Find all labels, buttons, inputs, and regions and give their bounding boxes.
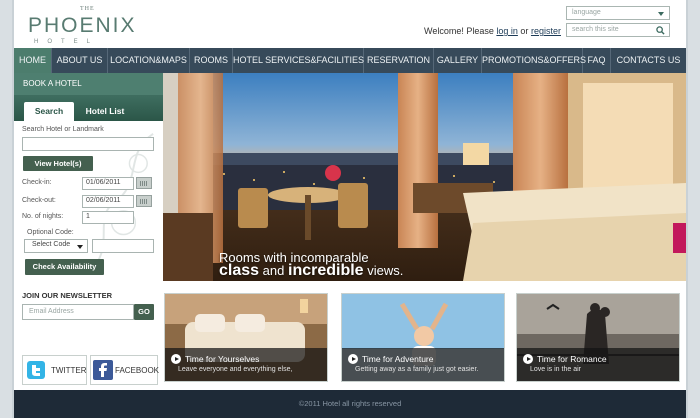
welcome-message: Welcome! Please log in or register (424, 26, 561, 36)
card-subtitle: Love is in the air (530, 366, 581, 373)
card-subtitle: Leave everyone and everything else, (178, 366, 293, 373)
code-select-value: Select Code (32, 241, 71, 248)
nav-home[interactable]: HOME (14, 48, 52, 73)
hotel-logo[interactable]: THE PHOENIX HOTEL (28, 6, 138, 46)
booking-title: BOOK A HOTEL (14, 73, 163, 95)
logo-the: THE (80, 6, 95, 12)
twitter-label: TWITTER (51, 366, 87, 375)
search-icon[interactable] (656, 26, 665, 35)
login-link[interactable]: log in (496, 26, 518, 36)
booking-panel: BOOK A HOTEL Search Hotel List Search Ho… (14, 73, 163, 281)
booking-tabs: Search Hotel List (14, 95, 163, 121)
nav-location-maps[interactable]: LOCATION&MAPS (108, 48, 190, 73)
newsletter-go-button[interactable]: GO (134, 304, 154, 320)
card-subtitle: Getting away as a family just got easier… (355, 366, 479, 373)
facebook-button[interactable]: FACEBOOK (90, 355, 160, 385)
nav-contacts-us[interactable]: CONTACTS US (611, 48, 686, 73)
nav-reservation[interactable]: RESERVATION (364, 48, 434, 73)
twitter-icon (27, 361, 45, 379)
promo-card-romance[interactable]: Time for Romance Love is in the air (516, 293, 680, 382)
code-input[interactable] (92, 239, 154, 253)
hero-caption-line2: class and incredible views. (219, 262, 404, 279)
nights-label: No. of nights: (22, 213, 64, 220)
promo-card-adventure[interactable]: Time for Adventure Getting away as a fam… (341, 293, 505, 382)
nights-input[interactable]: 1 (82, 211, 134, 224)
twitter-button[interactable]: TWITTER (22, 355, 87, 385)
code-select[interactable]: Select Code (24, 239, 88, 253)
main-nav: HOME ABOUT US LOCATION&MAPS ROOMS HOTEL … (14, 48, 686, 73)
newsletter-title: JOIN OUR NEWSLETTER (22, 291, 113, 300)
card-caption: Time for Romance Love is in the air (517, 348, 679, 381)
promo-card-yourselves[interactable]: Time for Yourselves Leave everyone and e… (164, 293, 328, 382)
check-availability-button[interactable]: Check Availability (25, 259, 104, 275)
register-link[interactable]: register (531, 26, 561, 36)
search-hotel-label: Search Hotel or Landmark (22, 126, 104, 133)
play-icon (171, 354, 181, 364)
welcome-text: Welcome! Please (424, 26, 494, 36)
hero-caption: Rooms with incomparable class and incred… (219, 251, 404, 279)
checkin-input[interactable]: 01/06/2011 (82, 177, 134, 190)
page-frame: THE PHOENIX HOTEL language search this s… (14, 0, 686, 418)
nav-faq[interactable]: FAQ (583, 48, 611, 73)
hero-caption-and: and (262, 263, 285, 278)
view-hotels-button[interactable]: View Hotel(s) (23, 156, 93, 171)
checkout-input[interactable]: 02/06/2011 (82, 195, 134, 208)
card-title: Time for Adventure (362, 354, 434, 364)
card-title: Time for Yourselves (185, 354, 260, 364)
checkout-label: Check-out: (22, 197, 56, 204)
or-text: or (520, 26, 529, 36)
chevron-down-icon (658, 12, 664, 16)
calendar-icon[interactable] (136, 177, 152, 189)
copyright-text: ©2011 Hotel all rights reserved (298, 399, 402, 408)
card-caption: Time for Yourselves Leave everyone and e… (165, 348, 327, 381)
facebook-icon (93, 360, 113, 380)
nav-gallery[interactable]: GALLERY (434, 48, 482, 73)
nav-promotions[interactable]: PROMOTIONS&OFFERS (482, 48, 586, 73)
play-icon (523, 354, 533, 364)
hero-caption-incredible: incredible (288, 262, 364, 279)
card-title: Time for Romance (537, 354, 607, 364)
calendar-icon[interactable] (136, 195, 152, 207)
optional-code-label: Optional Code: (27, 229, 74, 236)
language-select[interactable]: language (566, 6, 670, 20)
nav-rooms[interactable]: ROOMS (190, 48, 233, 73)
checkin-label: Check-in: (22, 179, 52, 186)
play-icon (348, 354, 358, 364)
site-search-input[interactable]: search this site (566, 23, 670, 37)
logo-sub: HOTEL (34, 39, 100, 45)
card-caption: Time for Adventure Getting away as a fam… (342, 348, 504, 381)
site-search-placeholder: search this site (572, 26, 619, 33)
hero-caption-views: views. (367, 263, 404, 278)
tab-hotel-list[interactable]: Hotel List (78, 102, 132, 121)
nav-about-us[interactable]: ABOUT US (52, 48, 108, 73)
nav-hotel-services[interactable]: HOTEL SERVICES&FACILITIES (233, 48, 364, 73)
logo-name: PHOENIX (28, 14, 137, 37)
hero-banner[interactable]: Rooms with incomparable class and incred… (163, 73, 686, 281)
language-select-label: language (572, 9, 601, 16)
email-input[interactable]: Email Address (22, 304, 134, 320)
tab-search[interactable]: Search (24, 102, 74, 121)
facebook-label: FACEBOOK (115, 366, 160, 375)
footer: ©2011 Hotel all rights reserved (14, 390, 686, 418)
search-hotel-input[interactable] (22, 137, 154, 151)
hero-caption-class: class (219, 262, 260, 279)
chevron-down-icon (77, 245, 83, 249)
